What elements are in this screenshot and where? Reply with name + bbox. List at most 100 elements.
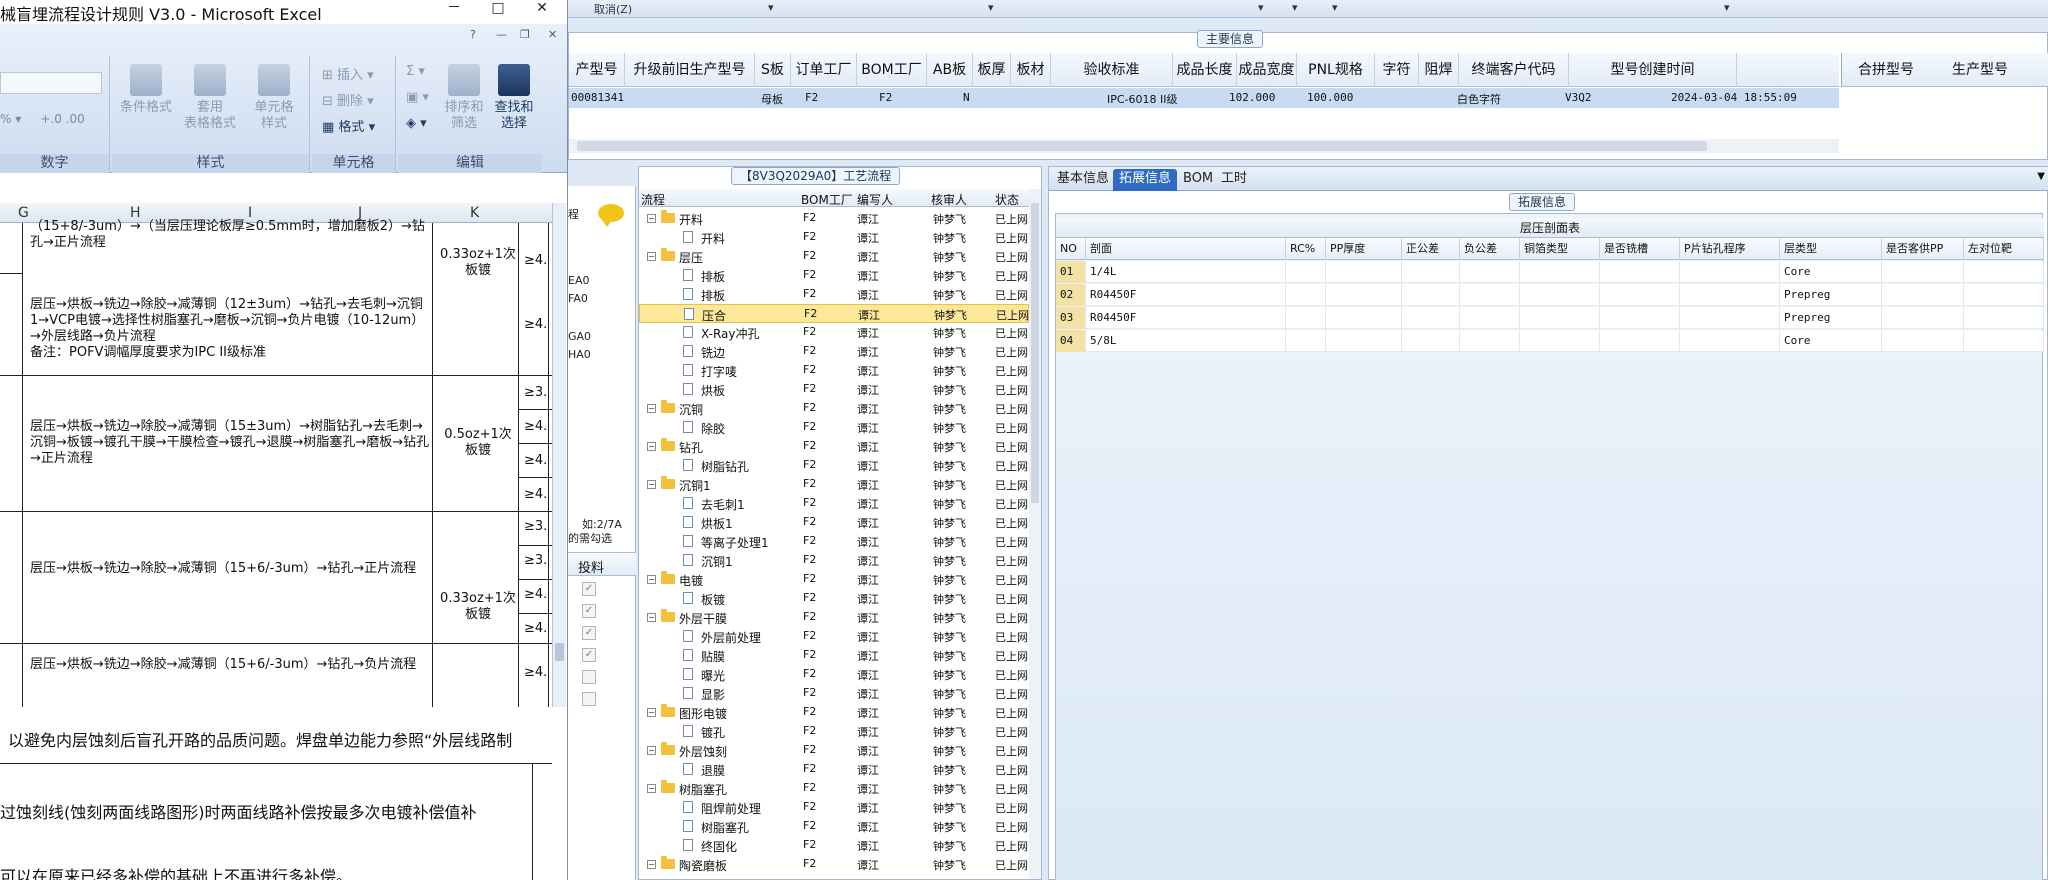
collapse-icon[interactable]: − xyxy=(647,214,656,223)
process-cell[interactable]: 层压→烘板→铣边→除胶→减薄铜（15+6/-3um）→钻孔→正片流程 xyxy=(30,561,430,577)
copper-cell[interactable]: 0.5oz+1次板镀 xyxy=(440,427,516,459)
process-cell[interactable]: （15+8/-3um）→（当层压理论板厚≥0.5mm时，增加磨板2）→钻孔→正片… xyxy=(30,219,430,251)
tree-node[interactable]: 镀孔 F2 谭江 钟梦飞 已上网 xyxy=(639,722,1029,741)
chevron-down-icon[interactable]: ▼ xyxy=(2037,171,2045,182)
tree-node[interactable]: 阻焊前处理 F2 谭江 钟梦飞 已上网 xyxy=(639,798,1029,817)
column-header-k[interactable]: K xyxy=(470,205,479,221)
tab-basic-info[interactable]: 基本信息 xyxy=(1051,169,1115,191)
tree-node[interactable]: − 沉铜 F2 谭江 钟梦飞 已上网 xyxy=(639,399,1029,418)
tab-extended-info[interactable]: 拓展信息 xyxy=(1113,169,1178,191)
tree-node[interactable]: 去毛刺1 F2 谭江 钟梦飞 已上网 xyxy=(639,494,1029,513)
excel-vertical-scrollbar[interactable] xyxy=(552,203,566,707)
tree-node[interactable]: − 外层蚀刻 F2 谭江 钟梦飞 已上网 xyxy=(639,741,1029,760)
collapse-icon[interactable]: − xyxy=(647,746,656,755)
help-icon[interactable]: ? xyxy=(470,28,476,41)
tree-node[interactable]: 排板 F2 谭江 钟梦飞 已上网 xyxy=(639,266,1029,285)
tree-node[interactable]: 排板 F2 谭江 钟梦飞 已上网 xyxy=(639,285,1029,304)
percent-format[interactable]: % ▾ +.0 .00 xyxy=(0,112,85,126)
table-row[interactable]: 01 1/4L Core xyxy=(1056,261,2044,283)
delete-button[interactable]: ⊟ 删除 ▾ xyxy=(322,90,374,109)
tree-node[interactable]: 终固化 F2 谭江 钟梦飞 已上网 xyxy=(639,836,1029,855)
col-bom-factory[interactable]: BOM工厂 xyxy=(801,191,853,208)
cell-style-button[interactable]: 单元格 样式 xyxy=(244,64,304,132)
chevron-down-icon[interactable]: ▾ xyxy=(1292,1,1298,14)
tree-node[interactable]: 烘板1 F2 谭江 钟梦飞 已上网 xyxy=(639,513,1029,532)
process-vertical-scrollbar[interactable] xyxy=(1029,189,1041,879)
tree-node[interactable]: 沉铜1 F2 谭江 钟梦飞 已上网 xyxy=(639,551,1029,570)
copper-cell[interactable]: 0.33oz+1次板镀 xyxy=(440,591,516,623)
tree-node[interactable]: − 沉铜1 F2 谭江 钟梦飞 已上网 xyxy=(639,475,1029,494)
note-line[interactable]: 以避免内层蚀刻后盲孔开路的品质问题。焊盘单边能力参照“外层线路制 xyxy=(8,727,512,751)
collapse-icon[interactable]: − xyxy=(647,404,656,413)
feed-checkbox[interactable] xyxy=(582,670,596,684)
scroll-thumb[interactable] xyxy=(1031,203,1039,503)
table-row[interactable]: 03 R04450F Prepreg xyxy=(1056,307,2044,329)
minimize-button[interactable]: － xyxy=(432,0,476,18)
feed-checkbox[interactable]: ✓ xyxy=(582,648,596,662)
note-line[interactable]: 可以在原来已经多补偿的基础上不再进行多补偿。 xyxy=(0,863,352,880)
feed-checkbox[interactable]: ✓ xyxy=(582,604,596,618)
col-layer-type[interactable]: 层类型 xyxy=(1780,238,1882,260)
tree-node[interactable]: − 钻孔 F2 谭江 钟梦飞 已上网 xyxy=(639,437,1029,456)
table-row[interactable]: 02 R04450F Prepreg xyxy=(1056,284,2044,306)
process-cell[interactable]: 层压→烘板→铣边→除胶→减薄铜（15+6/-3um）→钻孔→负片流程 xyxy=(30,657,430,673)
ribbon-restore-icon[interactable]: ❐ xyxy=(520,28,530,41)
col-char[interactable]: 字符 xyxy=(1375,53,1419,87)
chevron-down-icon[interactable]: ▾ xyxy=(1332,1,1338,14)
tree-node[interactable]: 树脂钻孔 F2 谭江 钟梦飞 已上网 xyxy=(639,456,1029,475)
req-cell[interactable]: ≥4. xyxy=(524,487,547,503)
format-button[interactable]: ▦ 格式 ▾ xyxy=(322,116,375,135)
req-cell[interactable]: ≥3. xyxy=(524,385,547,401)
col-customer-pp[interactable]: 是否客供PP xyxy=(1882,238,1964,260)
tree-node[interactable]: 贴膜 F2 谭江 钟梦飞 已上网 xyxy=(639,646,1029,665)
collapse-icon[interactable]: − xyxy=(647,442,656,451)
tree-node[interactable]: 退膜 F2 谭江 钟梦飞 已上网 xyxy=(639,760,1029,779)
col-order-factory[interactable]: 订单工厂 xyxy=(791,53,857,87)
copper-cell[interactable]: 0.33oz+1次板镀 xyxy=(440,247,516,279)
col-length[interactable]: 成品长度 xyxy=(1173,53,1237,87)
tree-node[interactable]: 等离子处理1 F2 谭江 钟梦飞 已上网 xyxy=(639,532,1029,551)
col-acceptance[interactable]: 验收标准 xyxy=(1051,53,1173,87)
table-format-button[interactable]: 套用 表格格式 xyxy=(180,64,240,132)
main-horizontal-scrollbar[interactable] xyxy=(569,139,1839,153)
col-model[interactable]: 产型号 xyxy=(569,53,625,87)
col-pos-tol[interactable]: 正公差 xyxy=(1402,238,1460,260)
close-button[interactable]: ✕ xyxy=(520,0,564,18)
table-row[interactable]: 04 5/8L Core xyxy=(1056,330,2044,352)
col-drill-program[interactable]: P片钻孔程序 xyxy=(1680,238,1780,260)
req-cell[interactable]: ≥4. xyxy=(524,587,547,603)
ribbon-minimize-icon[interactable]: — xyxy=(496,28,507,41)
tree-node[interactable]: 外层前处理 F2 谭江 钟梦飞 已上网 xyxy=(639,627,1029,646)
fill-icon[interactable]: ▣ ▾ xyxy=(406,90,429,105)
process-cell[interactable]: 层压→烘板→铣边→除胶→减薄铜（15±3um）→树脂钻孔→去毛刺→沉铜→板镀→镀… xyxy=(30,419,430,467)
tree-node[interactable]: 树脂塞孔 F2 谭江 钟梦飞 已上网 xyxy=(639,817,1029,836)
chevron-down-icon[interactable]: ▾ xyxy=(1258,1,1264,14)
tree-node[interactable]: 烘板 F2 谭江 钟梦飞 已上网 xyxy=(639,380,1029,399)
chevron-down-icon[interactable]: ▾ xyxy=(768,1,774,14)
col-pp-thickness[interactable]: PP厚度 xyxy=(1326,238,1402,260)
tree-node[interactable]: 打字唛 F2 谭江 钟梦飞 已上网 xyxy=(639,361,1029,380)
tree-node[interactable]: X-Ray冲孔 F2 谭江 钟梦飞 已上网 xyxy=(639,323,1029,342)
find-select-button[interactable]: 查找和 选择 xyxy=(484,64,544,132)
col-created[interactable]: 型号创建时间 xyxy=(1569,53,1737,87)
col-bom-factory[interactable]: BOM工厂 xyxy=(857,53,927,87)
comment-icon[interactable] xyxy=(598,204,624,227)
tree-node[interactable]: − 图形电镀 F2 谭江 钟梦飞 已上网 xyxy=(639,703,1029,722)
chevron-down-icon[interactable]: ▾ xyxy=(988,1,994,14)
tree-node[interactable]: − 陶瓷磨板 F2 谭江 钟梦飞 已上网 xyxy=(639,855,1029,874)
tree-node[interactable]: − 开料 F2 谭江 钟梦飞 已上网 xyxy=(639,209,1029,228)
ribbon-close-icon[interactable]: ✕ xyxy=(548,28,557,41)
note-line[interactable]: 过蚀刻线(蚀刻两面线路图形)时两面线路补偿按最多次电镀补偿值补 xyxy=(0,799,477,823)
undo-menu[interactable]: 取消(Z) xyxy=(594,1,632,17)
sum-button[interactable]: Σ ▾ xyxy=(406,64,425,79)
tree-node[interactable]: − 树脂塞孔 F2 谭江 钟梦飞 已上网 xyxy=(639,779,1029,798)
tree-node[interactable]: − 层压 F2 谭江 钟梦飞 已上网 xyxy=(639,247,1029,266)
scroll-thumb[interactable] xyxy=(577,141,1707,151)
tab-bom[interactable]: BOM xyxy=(1177,169,1219,191)
col-writer[interactable]: 编写人 xyxy=(857,191,893,208)
req-cell[interactable]: ≥4. xyxy=(524,453,547,469)
col-reviewer[interactable]: 核审人 xyxy=(931,191,967,208)
collapse-icon[interactable]: − xyxy=(647,708,656,717)
feed-checkbox[interactable]: ✓ xyxy=(582,626,596,640)
chevron-down-icon[interactable]: ▾ xyxy=(1724,1,1730,14)
